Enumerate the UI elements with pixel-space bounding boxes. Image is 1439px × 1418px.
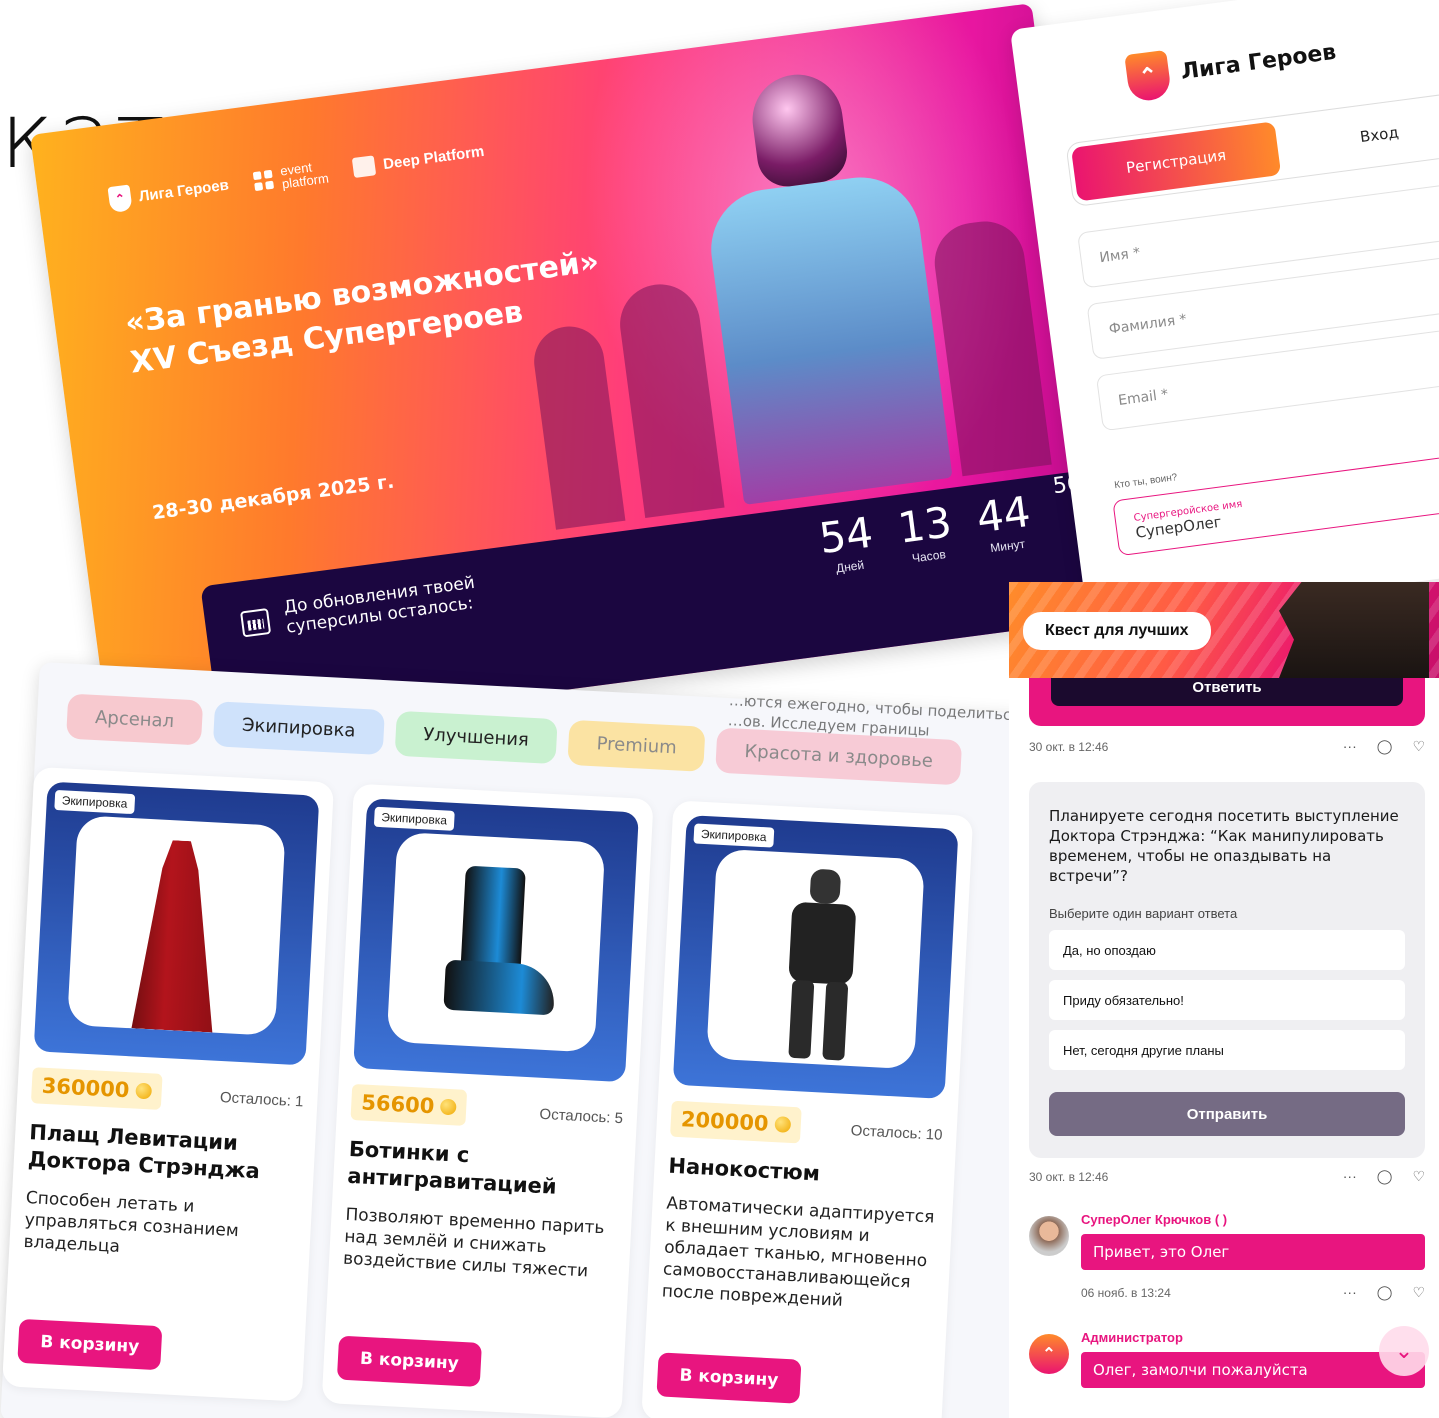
comment-icon[interactable]: ◯ xyxy=(1377,1168,1393,1185)
countdown-days: 54 Дней xyxy=(816,507,876,576)
brand: ⌃ Лига Героев xyxy=(1124,28,1339,103)
chat-message: ⌃ Администратор Олег, замолчи пожалуйста xyxy=(1029,1330,1425,1400)
category-chip[interactable]: Premium xyxy=(567,719,706,772)
product-price: 200000 xyxy=(670,1100,802,1144)
quest-hero-image xyxy=(1279,582,1429,678)
partner-logos: ⌃ Лига Героев event platform Deep Platfor… xyxy=(107,138,485,214)
product-image: Экипировка xyxy=(672,815,959,1099)
question-label: Кто ты, воин? xyxy=(1113,472,1178,492)
auth-tabs: Регистрация Вход xyxy=(1065,88,1439,208)
coin-icon xyxy=(774,1116,791,1133)
admin-avatar: ⌃ xyxy=(1029,1334,1069,1374)
tab-register[interactable]: Регистрация xyxy=(1070,121,1282,202)
product-name: Нанокостюм xyxy=(667,1153,821,1186)
chat-panel: Ответить Квест для лучших 30 окт. в 12:4… xyxy=(1009,582,1439,1418)
product-image: Экипировка xyxy=(33,781,320,1066)
more-icon[interactable]: ··· xyxy=(1343,1284,1357,1301)
product-description: Позволяют временно парить над землёй и с… xyxy=(342,1204,605,1282)
cloak-image xyxy=(127,838,227,1032)
stock-left: Осталось: 5 xyxy=(539,1105,624,1128)
category-chip[interactable]: Арсенал xyxy=(66,693,204,746)
poll-option[interactable]: Приду обязательно! xyxy=(1049,980,1405,1020)
event-platform-logo: event platform xyxy=(253,159,330,194)
liga-logo: ⌃ Лига Героев xyxy=(107,172,230,214)
collage: кат ⌃ Лига Героев eventplatform Deep Pla… xyxy=(0,0,1439,1418)
product-card: Экипировка 360000 Осталось: 1 Плащ Левит… xyxy=(2,766,335,1402)
quest-button[interactable]: Квест для лучших xyxy=(1023,612,1211,650)
deep-platform-logo: Deep Platform xyxy=(352,141,485,178)
calendar-icon xyxy=(240,608,272,638)
category-badge: Экипировка xyxy=(54,789,135,815)
event-hero-banner: ⌃ Лига Героев event platform Deep Platfor… xyxy=(30,3,1113,750)
nanosuit-image xyxy=(776,867,866,1061)
chevron-down-icon[interactable]: ⌄ xyxy=(1379,1326,1429,1376)
add-to-cart-button[interactable]: В корзину xyxy=(17,1318,163,1371)
stock-left: Осталось: 10 xyxy=(850,1122,943,1144)
coin-icon xyxy=(134,1082,152,1100)
countdown-hours: 13 Часов xyxy=(895,497,955,566)
product-price: 360000 xyxy=(30,1067,163,1110)
product-price: 56600 xyxy=(350,1083,468,1126)
poll-card: Планируете сегодня посетить выступление … xyxy=(1029,782,1425,1158)
message-meta: 30 окт. в 12:46 ··· ◯ ♡ xyxy=(1029,1168,1425,1185)
category-chip[interactable]: Улучшения xyxy=(394,710,558,765)
shield-icon: ⌃ xyxy=(107,184,133,214)
countdown-minutes: 44 Минут xyxy=(973,486,1034,556)
product-description: Автоматически адаптируется к внешним усл… xyxy=(661,1193,935,1311)
product-name: Плащ Левитации Доктора Стрэнджа xyxy=(27,1120,261,1184)
event-date: 28-30 декабря 2025 г. xyxy=(150,470,396,525)
message-meta: 30 окт. в 12:46 ··· ◯ ♡ xyxy=(1029,738,1425,755)
poll-option[interactable]: Да, но опоздаю xyxy=(1049,930,1405,970)
answer-button[interactable]: Ответить xyxy=(1051,676,1403,706)
avatar xyxy=(1029,1216,1069,1256)
coin-icon xyxy=(439,1098,457,1116)
chat-message: СуперОлег Крючков ( ) Привет, это Олег 0… xyxy=(1029,1212,1425,1302)
message-author: СуперОлег Крючков ( ) xyxy=(1081,1212,1228,1227)
event-platform-icon xyxy=(253,169,275,191)
countdown-label: До обновления твоей суперсилы осталось: xyxy=(282,572,477,638)
shop-panel: …ются ежегодно, чтобы поделиться …ов. Ис… xyxy=(0,662,1059,1418)
category-badge: Экипировка xyxy=(373,806,455,831)
product-card: Экипировка 56600 Осталось: 5 Ботинки с а… xyxy=(321,783,654,1418)
heart-icon[interactable]: ♡ xyxy=(1412,1168,1425,1185)
submit-button[interactable]: Отправить xyxy=(1049,1092,1405,1136)
stock-left: Осталось: 1 xyxy=(219,1089,304,1111)
product-image: Экипировка xyxy=(353,798,639,1083)
deep-platform-icon xyxy=(352,155,377,178)
message-text: Олег, замолчи пожалуйста xyxy=(1081,1352,1425,1388)
message-meta: 06 нояб. в 13:24 ··· ◯ ♡ xyxy=(1081,1284,1425,1301)
shield-logo-icon: ⌃ xyxy=(1124,49,1173,103)
more-icon[interactable]: ··· xyxy=(1343,738,1357,755)
tab-login[interactable]: Вход xyxy=(1274,95,1439,175)
category-badge: Экипировка xyxy=(693,823,775,848)
category-chip[interactable]: Экипировка xyxy=(212,701,385,756)
product-description: Способен летать и управляться сознанием … xyxy=(23,1188,240,1257)
heart-icon[interactable]: ♡ xyxy=(1412,1284,1425,1301)
hero-name-field[interactable]: Супергеройское имя СуперОлег xyxy=(1112,445,1439,557)
quest-banner: Квест для лучших xyxy=(1009,582,1439,678)
comment-icon[interactable]: ◯ xyxy=(1377,1284,1393,1301)
product-card: Экипировка 200000 Осталось: 10 Нанокостю… xyxy=(641,800,974,1418)
heart-icon[interactable]: ♡ xyxy=(1412,738,1425,755)
add-to-cart-button[interactable]: В корзину xyxy=(656,1352,802,1404)
message-author: Администратор xyxy=(1081,1330,1183,1345)
add-to-cart-button[interactable]: В корзину xyxy=(336,1335,482,1387)
poll-question: Планируете сегодня посетить выступление … xyxy=(1049,807,1399,885)
product-name: Ботинки с антигравитацией xyxy=(346,1136,558,1199)
poll-hint: Выберите один вариант ответа xyxy=(1049,906,1238,921)
answer-bar: Ответить xyxy=(1029,676,1425,726)
poll-option[interactable]: Нет, сегодня другие планы xyxy=(1049,1030,1405,1070)
more-icon[interactable]: ··· xyxy=(1343,1168,1357,1185)
message-text: Привет, это Олег xyxy=(1081,1234,1425,1270)
boot-image xyxy=(433,864,561,1020)
comment-icon[interactable]: ◯ xyxy=(1377,738,1393,755)
